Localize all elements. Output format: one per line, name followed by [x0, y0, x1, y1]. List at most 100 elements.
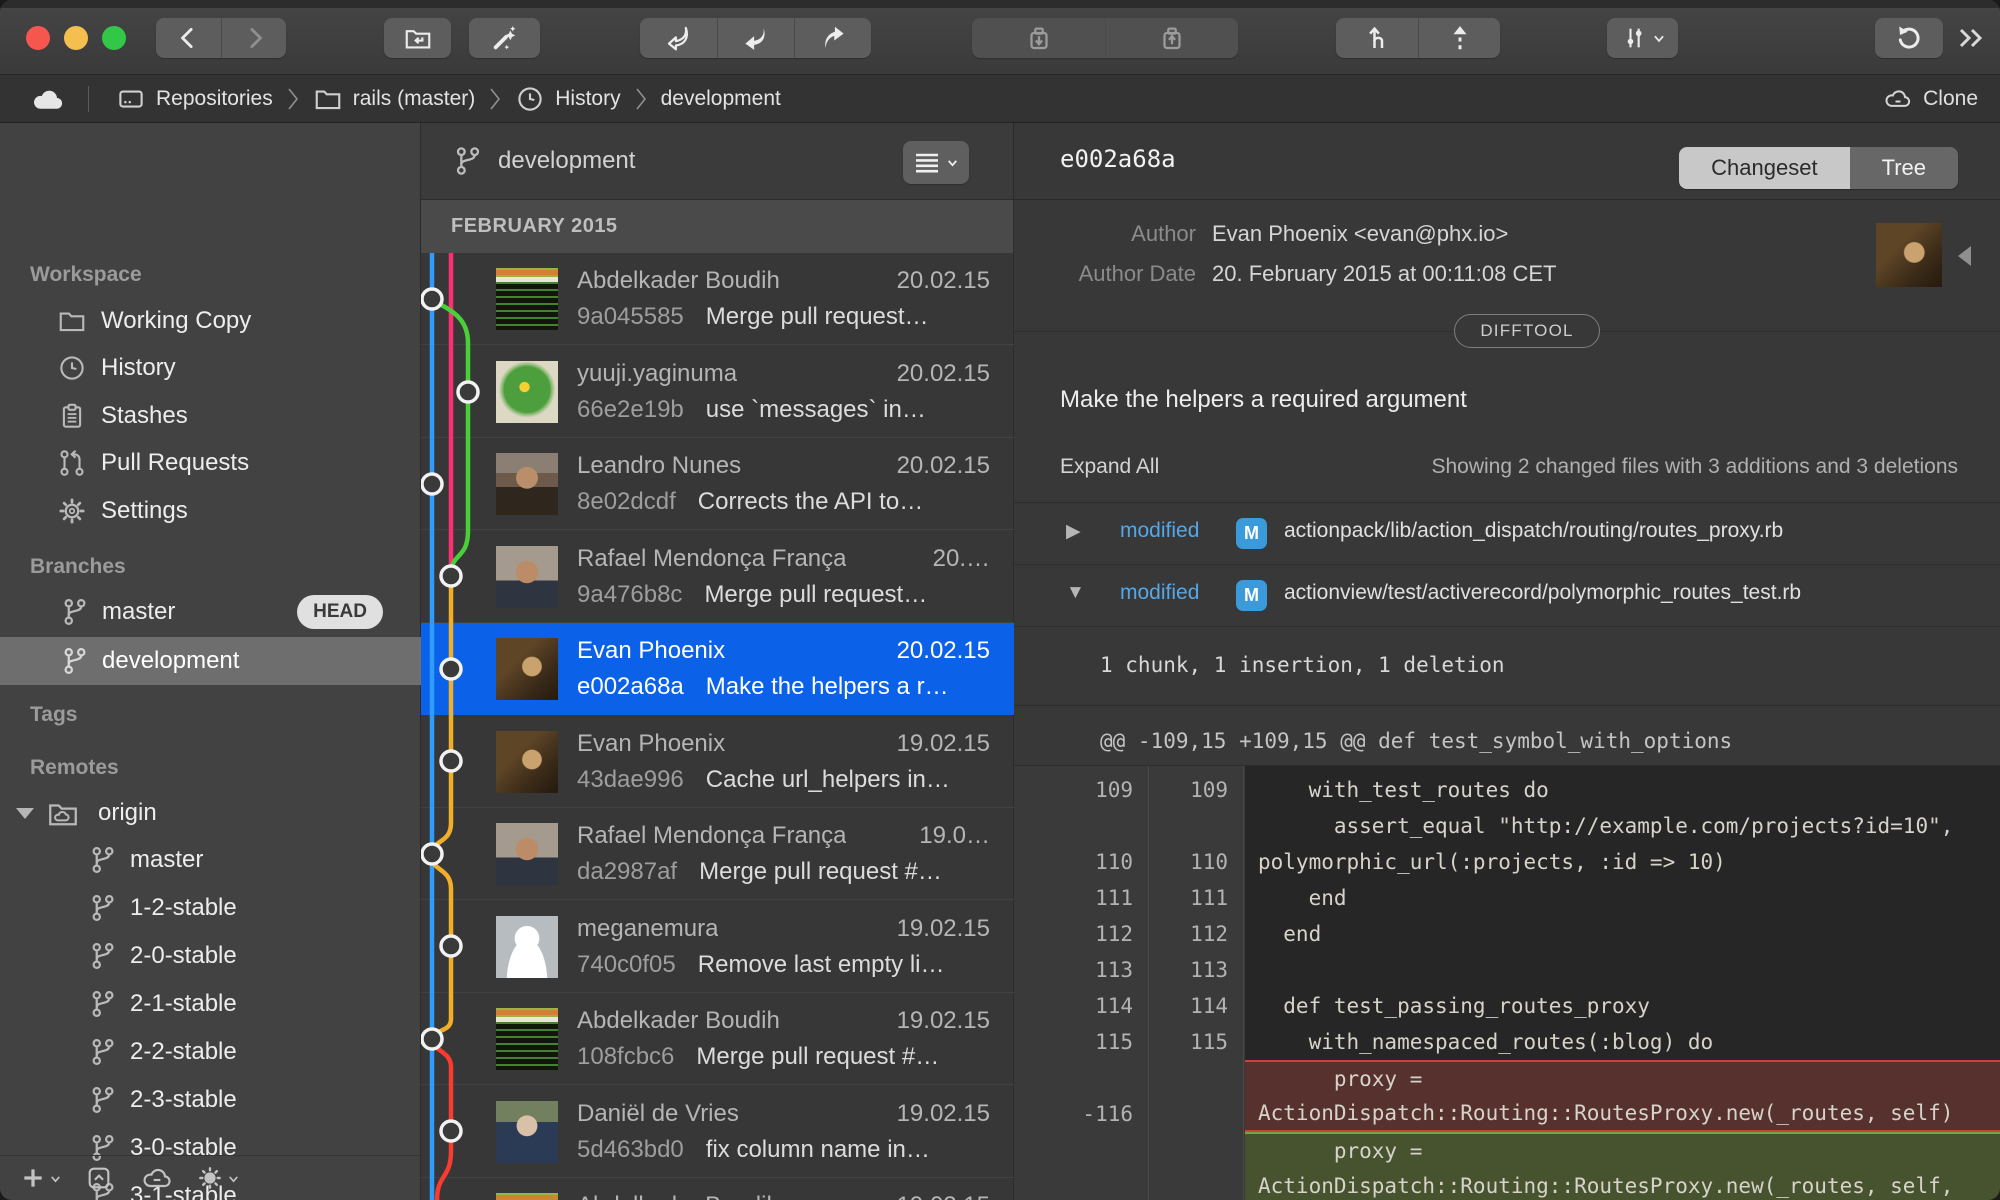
sidebar-remote-origin[interactable]: origin [0, 789, 421, 837]
box-caret-icon [88, 1167, 110, 1189]
commit-date: 19.02.15 [896, 1099, 990, 1127]
quick-launch-button[interactable] [469, 18, 540, 58]
diff-line: 110 110 polymorphic_url(:projects, :id => … [1095, 850, 1726, 874]
sidebar-branch-development[interactable]: development [0, 637, 421, 685]
commit-row[interactable]: yuuji.yaginuma 20.02.15 66e2e19b use `mes… [421, 346, 1014, 438]
minimize-window-button[interactable] [64, 26, 88, 50]
changes-summary: Showing 2 changed files with 3 additions… [1431, 455, 1958, 478]
forward-button[interactable] [221, 18, 286, 58]
sidebar-item-stashes[interactable]: Stashes [0, 392, 421, 440]
file-row[interactable]: ▶ modified M actionpack/lib/action_dispa… [1014, 503, 2000, 565]
avatar [496, 545, 558, 608]
tab-changeset[interactable]: Changeset [1679, 147, 1850, 189]
difftool-button[interactable]: DIFFTOOL [1454, 314, 1600, 348]
toolbar-overflow-button[interactable] [1952, 22, 1992, 54]
zoom-window-button[interactable] [102, 26, 126, 50]
undo-button[interactable] [1875, 18, 1943, 58]
file-status: modified [1120, 581, 1200, 604]
commit-author: Daniël de Vries [577, 1099, 739, 1127]
sidebar-remote-branch[interactable]: 1-2-stable [0, 884, 421, 932]
sidebar: Workspace Working Copy History Stashes P… [0, 123, 421, 1200]
commit-hash: 5d463bd0 [577, 1135, 684, 1163]
add-repository-button[interactable] [12, 1156, 70, 1200]
breadcrumb-repo[interactable]: rails (master) [313, 84, 475, 114]
file-row[interactable]: ▼ modified M actionview/test/activerecor… [1014, 565, 2000, 627]
branch-icon [88, 989, 118, 1019]
apply-stash-button[interactable] [1105, 18, 1238, 58]
commit-message: Corrects the API to… [697, 488, 924, 515]
breadcrumb-history[interactable]: History [515, 84, 621, 114]
commit-row[interactable]: Leandro Nunes 20.02.15 8e02dcdf Corrects … [421, 438, 1014, 530]
breadcrumb-label: development [660, 86, 781, 110]
diff-line-added: proxy = [1014, 1132, 2000, 1168]
diff-line: 114 114 def test_passing_routes_proxy [1095, 994, 1650, 1018]
commit-row[interactable]: meganemura 19.02.15 740c0f05 Remove last … [421, 901, 1014, 993]
commit-row[interactable]: Abdelkader Boudih 19.02.15 [421, 1178, 1014, 1200]
sidebar-remote-branch[interactable]: 2-3-stable [0, 1076, 421, 1124]
breadcrumb-label: Repositories [156, 86, 273, 110]
changeset-tree-toggle: Changeset Tree [1679, 147, 1958, 189]
sidebar-remote-branch[interactable]: 2-0-stable [0, 932, 421, 980]
section-title-workspace: Workspace [30, 263, 142, 286]
rebase-button[interactable] [1418, 18, 1500, 58]
sidebar-item-settings[interactable]: Settings [0, 487, 421, 535]
expanded-triangle-icon[interactable]: ▼ [1066, 582, 1085, 604]
disclosure-triangle-icon[interactable] [16, 808, 34, 819]
commit-row[interactable]: Abdelkader Boudih 19.02.15 108fcbc6 Merge… [421, 993, 1014, 1085]
list-options-button[interactable] [903, 141, 969, 184]
avatar [496, 823, 558, 885]
commit-row[interactable]: Rafael Mendonça França 20.… 9a476b8c Merg… [421, 531, 1014, 623]
commit-author: yuuji.yaginuma [577, 359, 738, 387]
pull-button[interactable] [717, 18, 794, 58]
breadcrumb-repositories[interactable]: Repositories [116, 84, 273, 114]
commit-row[interactable]: Evan Phoenix 19.02.15 43dae996 Cache url_… [421, 716, 1014, 808]
avatar [496, 360, 558, 423]
dashed-arrow-up-icon [1453, 26, 1466, 50]
gear-icon [198, 1167, 221, 1189]
commit-row-selected[interactable]: Evan Phoenix 20.02.15 e002a68a Make the h… [421, 623, 1014, 715]
clone-label: Clone [1923, 87, 1978, 110]
branch-group [1336, 18, 1500, 58]
folder-return-icon [405, 30, 430, 49]
commit-row[interactable]: Rafael Mendonça França 19.0… da2987af Mer… [421, 808, 1014, 900]
head-badge: HEAD [297, 595, 383, 629]
open-in-external-button[interactable] [70, 1156, 128, 1200]
push-button[interactable] [794, 18, 871, 58]
sidebar-branch-master[interactable]: master HEAD [0, 588, 421, 636]
open-repository-button[interactable] [384, 18, 451, 58]
breadcrumb-branch[interactable]: development [661, 87, 781, 111]
commit-author: Rafael Mendonça França [577, 822, 847, 849]
back-button[interactable] [156, 18, 221, 58]
commit-row[interactable]: Abdelkader Boudih 20.02.15 9a045585 Merge… [421, 253, 1014, 345]
sidebar-settings-button[interactable] [186, 1156, 250, 1200]
sidebar-remote-branch[interactable]: 2-2-stable [0, 1028, 421, 1076]
folder-icon [315, 89, 341, 109]
commit-row[interactable]: Daniël de Vries 19.02.15 5d463bd0 fix col… [421, 1086, 1014, 1178]
commit-date: 20.02.15 [896, 359, 990, 387]
sidebar-remote-branch[interactable]: 2-1-stable [0, 980, 421, 1028]
chevron-down-icon [947, 160, 957, 167]
sidebar-item-pull-requests[interactable]: Pull Requests [0, 439, 421, 487]
expand-all-button[interactable]: Expand All [1060, 455, 1159, 479]
tab-tree[interactable]: Tree [1849, 147, 1958, 189]
sidebar-item-working-copy[interactable]: Working Copy [0, 297, 421, 345]
cloud-accounts-button[interactable] [128, 1156, 186, 1200]
stash-button[interactable] [972, 18, 1105, 58]
create-branch-button[interactable] [1336, 18, 1418, 58]
detail-header: e002a68a Changeset Tree [1014, 123, 2000, 200]
chevron-down-icon [51, 1175, 60, 1182]
sidebar-remote-branch[interactable]: master [0, 836, 421, 884]
clone-button[interactable]: Clone [1883, 75, 1978, 123]
date-section-header: FEBRUARY 2015 [421, 200, 1013, 253]
file-path: actionview/test/activerecord/polymorphic… [1284, 581, 1802, 604]
file-path: actionpack/lib/action_dispatch/routing/r… [1284, 519, 1784, 542]
fetch-button[interactable] [640, 18, 717, 58]
view-options-button[interactable] [1607, 18, 1678, 58]
sidebar-item-history[interactable]: History [0, 344, 421, 392]
author-value: Evan Phoenix <evan@phx.io> [1212, 221, 1509, 246]
commit-author: Rafael Mendonça França [577, 544, 847, 572]
collapsed-triangle-icon[interactable]: ▶ [1066, 520, 1081, 543]
close-window-button[interactable] [26, 26, 50, 50]
cloud-account-button[interactable] [26, 84, 70, 114]
commit-message: Merge pull request… [705, 303, 929, 330]
